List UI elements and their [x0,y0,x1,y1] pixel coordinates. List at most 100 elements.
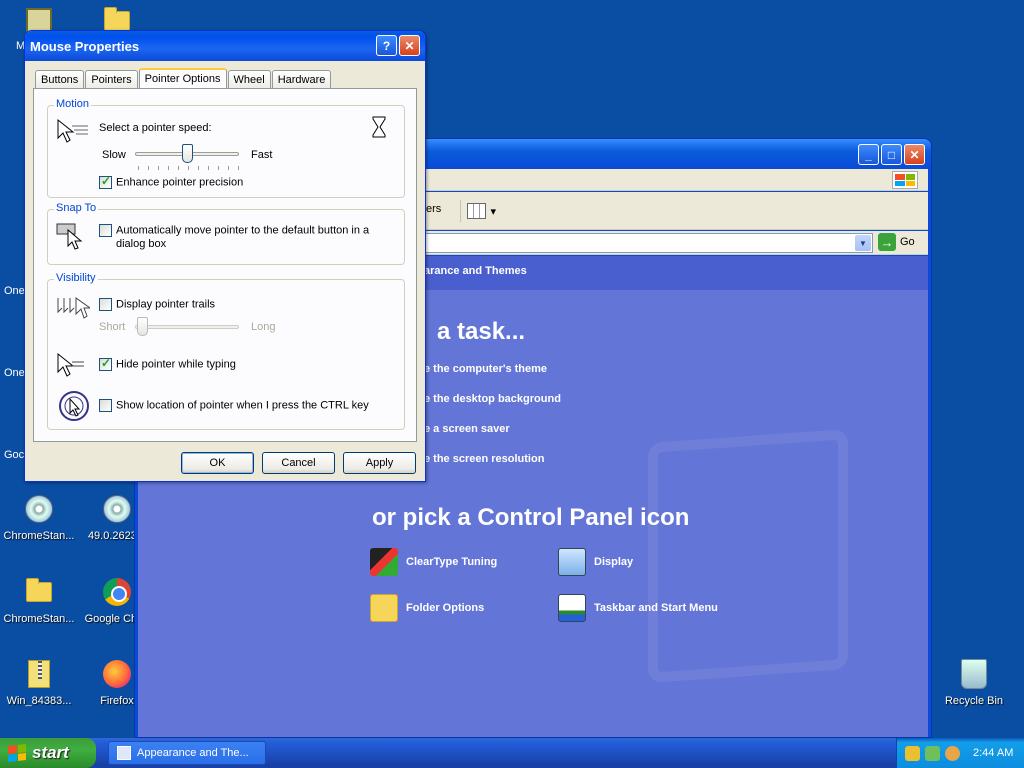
tab-buttons[interactable]: Buttons [35,70,85,89]
dialog-close-button[interactable]: ✕ [399,35,420,56]
desktop-edge-label-4: Goc [4,449,25,461]
taskbar-button-label: Appearance and The... [137,747,249,759]
show-location-checkbox[interactable]: Show location of pointer when I press th… [99,399,369,412]
zip-icon [22,657,56,691]
slider-tick [138,166,139,170]
desktop-icon-chromestandalone-cd[interactable]: ChromeStan... [0,492,78,542]
address-dropdown-icon[interactable]: ▼ [855,235,871,251]
clock[interactable]: 2:44 AM [973,747,1013,759]
views-button[interactable]: ▾ [460,200,496,222]
maximize-button[interactable]: □ [881,144,902,165]
tab-wheel[interactable]: Wheel [227,70,271,89]
slider-tick [158,166,159,170]
minimize-button[interactable]: _ [858,144,879,165]
cp-item-display[interactable]: Display [558,548,633,576]
slider-tick [178,166,179,170]
icon-label: Win_84383... [6,695,72,707]
hide-pointer-label: Hide pointer while typing [116,358,236,371]
dialog-titlebar[interactable]: Mouse Properties ? ✕ [25,31,425,61]
cleartype-icon [370,548,398,576]
tab-pointer-options[interactable]: Pointer Options [138,68,227,90]
enhance-precision-checkbox[interactable]: Enhance pointer precision [99,174,243,189]
tab-hardware[interactable]: Hardware [271,70,332,89]
pointer-speed-thumb[interactable] [182,144,193,163]
task-link-screensaver[interactable]: e a screen saver [424,423,510,435]
pointer-trails-check[interactable] [99,298,112,311]
cancel-button[interactable]: Cancel [262,452,335,474]
display-icon [558,548,586,576]
cp-item-folder-options[interactable]: Folder Options [370,594,484,622]
dialog-title: Mouse Properties [30,39,140,54]
pointer-trails-thumb [137,317,148,336]
slider-tick [188,166,189,170]
slider-tick [238,166,239,170]
start-label: start [32,743,69,762]
show-location-check[interactable] [99,399,112,412]
icon-label: ChromeStan... [3,530,75,542]
tab-pointers[interactable]: Pointers [85,70,138,89]
slider-tick [168,166,169,170]
icon-label: Recycle Bin [944,695,1004,707]
help-button[interactable]: ? [376,35,397,56]
tab-strip: Buttons Pointers Pointer Options Wheel H… [35,67,332,90]
network-icon[interactable] [925,745,940,761]
icon-label: ChromeStan... [3,613,75,625]
visibility-group-title: Visibility [54,272,98,284]
pointer-trails-checkbox[interactable]: Display pointer trails [99,298,215,311]
chevron-down-icon: ▾ [490,205,496,218]
task-link-resolution[interactable]: e the screen resolution [424,453,544,465]
snap-to-checkbox[interactable]: Automatically move pointer to the defaul… [99,224,369,237]
views-icon [467,203,487,219]
firefox-icon [100,657,134,691]
short-label: Short [99,321,126,333]
cp-item-label: Display [594,556,634,568]
slow-label: Slow [102,149,126,161]
go-label: Go [900,236,915,248]
go-arrow-icon: → [878,233,896,251]
motion-group: Motion Select a pointer speed: Slow Fast… [47,98,405,198]
task-link-background[interactable]: e the desktop background [424,393,561,405]
task-link-theme[interactable]: e the computer's theme [424,363,547,375]
chrome-icon [100,575,134,609]
close-button[interactable]: ✕ [904,144,925,165]
ok-button[interactable]: OK [181,452,254,474]
enhance-precision-check[interactable] [99,174,112,189]
desktop-icon-chromestandalone-folder[interactable]: ChromeStan... [0,575,78,625]
folder-options-icon [370,594,398,622]
desktop-icon-recycle-bin[interactable]: Recycle Bin [935,657,1013,707]
snap-to-check[interactable] [99,224,112,237]
windows-flag-icon [8,744,26,762]
folders-button[interactable]: ers [426,203,441,215]
system-tray: 2:44 AM [896,738,1024,768]
pick-heading: or pick a Control Panel icon [372,504,690,531]
snap-to-icon [56,223,83,250]
windows-logo-icon [892,171,918,189]
pointer-trails-track [135,325,239,329]
security-shield-icon[interactable] [905,745,920,761]
hide-pointer-check[interactable] [99,356,112,371]
taskbar: start Appearance and The... 2:44 AM [0,738,1024,768]
snap-to-group-title: Snap To [54,202,99,214]
desktop-edge-label-2: One [4,285,25,297]
hide-pointer-checkbox[interactable]: Hide pointer while typing [99,356,236,371]
long-label: Long [251,321,276,333]
slider-tick [208,166,209,170]
pointer-speed-label: Select a pointer speed: [99,122,212,134]
snap-to-group: Snap To Automatically move pointer to th… [47,202,405,265]
cp-item-cleartype[interactable]: ClearType Tuning [370,548,497,576]
visibility-group: Visibility Display pointer trails Short … [47,272,405,430]
go-button[interactable]: → Go [878,233,915,251]
pointer-trails-icon [57,297,90,319]
pointer-speed-ticks [138,166,239,170]
search-icon[interactable] [945,745,960,761]
cp-item-taskbar[interactable]: Taskbar and Start Menu [558,594,718,622]
desktop-edge-label-3: One [4,367,25,379]
taskbar-button-appearance[interactable]: Appearance and The... [108,741,266,765]
apply-button[interactable]: Apply [343,452,416,474]
desktop-icon-win-zip[interactable]: Win_84383... [0,657,78,707]
cp-item-label: Folder Options [406,602,485,614]
show-location-icon [59,391,89,421]
start-button[interactable]: start [0,738,96,768]
hide-pointer-icon [57,352,84,377]
taskbar-icon [558,594,586,622]
